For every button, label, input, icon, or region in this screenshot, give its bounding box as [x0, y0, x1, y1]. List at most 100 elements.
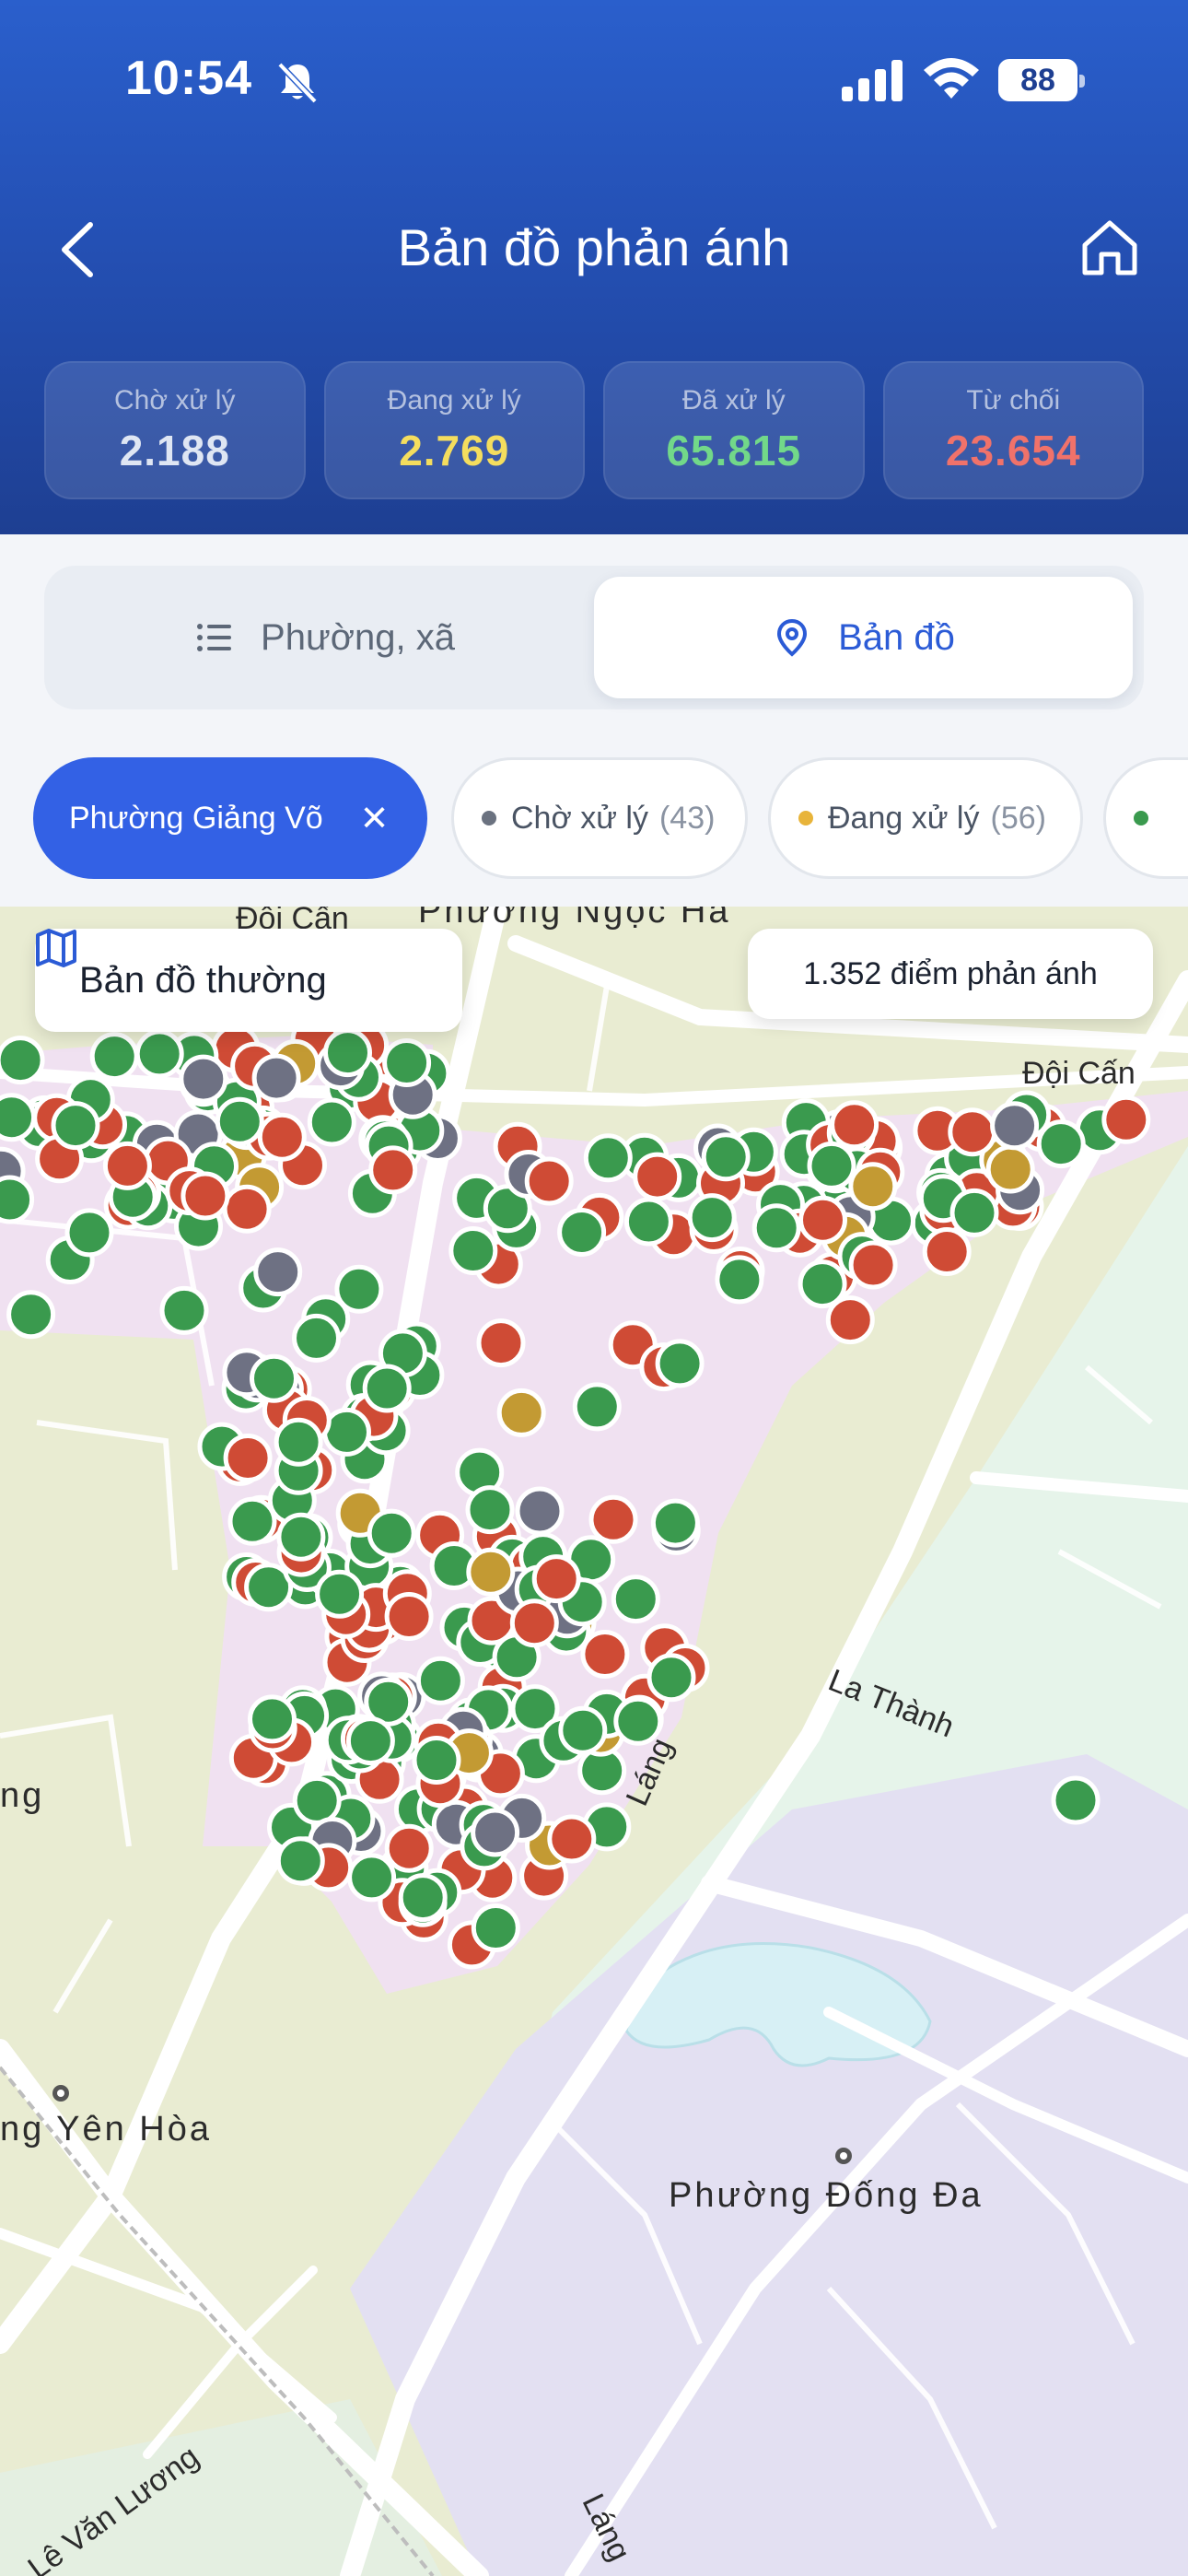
report-marker[interactable]: [412, 1736, 461, 1785]
report-marker[interactable]: [307, 1097, 356, 1147]
report-marker[interactable]: [515, 1486, 565, 1536]
report-marker[interactable]: [257, 1112, 307, 1162]
report-marker[interactable]: [181, 1171, 230, 1221]
report-marker[interactable]: [322, 1407, 371, 1457]
report-marker[interactable]: [701, 1132, 751, 1182]
report-marker[interactable]: [0, 1036, 45, 1085]
home-icon[interactable]: [1079, 217, 1140, 278]
report-marker[interactable]: [524, 1156, 574, 1206]
report-marker[interactable]: [0, 1093, 37, 1142]
stat-card-processing[interactable]: Đang xử lý 2.769: [323, 361, 585, 499]
report-marker[interactable]: [687, 1193, 737, 1243]
report-marker[interactable]: [848, 1240, 898, 1290]
report-marker[interactable]: [248, 1694, 297, 1744]
report-marker[interactable]: [347, 1853, 397, 1903]
stat-card-done[interactable]: Đã xử lý 65.815: [603, 361, 865, 499]
report-marker[interactable]: [1036, 1119, 1086, 1169]
report-marker[interactable]: [64, 1208, 114, 1258]
report-marker[interactable]: [159, 1285, 209, 1335]
report-marker[interactable]: [922, 1227, 972, 1276]
report-marker[interactable]: [179, 1054, 228, 1104]
report-marker[interactable]: [496, 1388, 546, 1437]
report-marker[interactable]: [572, 1382, 622, 1432]
report-marker[interactable]: [715, 1255, 764, 1305]
report-marker[interactable]: [985, 1144, 1035, 1194]
chip-status-pending[interactable]: Chờ xử lý (43): [451, 757, 748, 879]
report-marker[interactable]: [223, 1434, 273, 1482]
report-marker[interactable]: [251, 1053, 301, 1103]
report-marker[interactable]: [292, 1313, 341, 1363]
report-marker[interactable]: [848, 1162, 898, 1212]
report-marker[interactable]: [465, 1485, 515, 1535]
report-marker[interactable]: [323, 1028, 372, 1078]
filter-chips: Phường Giảng Võ ✕ Chờ xử lý (43) Đang xử…: [0, 757, 1188, 879]
report-marker[interactable]: [650, 1498, 700, 1548]
report-marker[interactable]: [476, 1318, 526, 1368]
report-marker[interactable]: [89, 1032, 139, 1082]
report-marker[interactable]: [384, 1592, 434, 1641]
report-marker[interactable]: [274, 1417, 323, 1467]
report-marker[interactable]: [949, 1188, 999, 1237]
report-marker[interactable]: [227, 1496, 277, 1546]
report-marker[interactable]: [646, 1653, 696, 1703]
report-marker[interactable]: [382, 1038, 432, 1087]
tab-map[interactable]: Bản đồ: [594, 577, 1133, 698]
report-marker[interactable]: [1101, 1095, 1151, 1144]
report-marker[interactable]: [557, 1208, 607, 1257]
close-icon[interactable]: ✕: [360, 798, 390, 839]
report-marker[interactable]: [215, 1096, 264, 1146]
report-marker[interactable]: [611, 1575, 660, 1624]
map-type-button[interactable]: Bản đồ thường: [35, 929, 462, 1032]
stat-card-rejected[interactable]: Từ chối 23.654: [882, 361, 1144, 499]
report-marker[interactable]: [655, 1339, 705, 1388]
report-marker[interactable]: [807, 1141, 856, 1190]
report-marker[interactable]: [948, 1107, 997, 1157]
report-marker[interactable]: [276, 1512, 326, 1562]
report-marker[interactable]: [531, 1554, 581, 1604]
report-marker[interactable]: [384, 1823, 434, 1873]
stat-card-pending[interactable]: Chờ xử lý 2.188: [44, 361, 306, 499]
report-marker[interactable]: [368, 1145, 418, 1195]
report-marker[interactable]: [275, 1836, 325, 1886]
report-marker[interactable]: [751, 1203, 801, 1253]
chip-status-processing[interactable]: Đang xử lý (56): [768, 757, 1083, 879]
tab-list[interactable]: Phường, xã: [55, 577, 594, 698]
report-marker[interactable]: [6, 1290, 56, 1340]
report-marker[interactable]: [830, 1100, 879, 1150]
report-marker[interactable]: [367, 1508, 416, 1558]
report-marker[interactable]: [558, 1705, 608, 1755]
chip-ward-filter[interactable]: Phường Giảng Võ ✕: [33, 757, 427, 879]
report-marker[interactable]: [250, 1353, 298, 1403]
report-marker[interactable]: [471, 1808, 520, 1857]
report-marker[interactable]: [990, 1101, 1040, 1151]
report-marker[interactable]: [334, 1264, 384, 1314]
map-label: ng Yên Hòa: [0, 2110, 213, 2149]
report-marker[interactable]: [222, 1184, 272, 1234]
chip-status-done[interactable]: [1103, 757, 1188, 879]
report-marker[interactable]: [623, 1197, 673, 1247]
report-marker[interactable]: [466, 1547, 516, 1597]
report-marker[interactable]: [588, 1494, 638, 1544]
report-marker[interactable]: [398, 1873, 448, 1923]
report-marker[interactable]: [547, 1814, 597, 1864]
chip-count: (43): [658, 800, 716, 836]
report-marker[interactable]: [134, 1029, 184, 1079]
report-marker[interactable]: [825, 1295, 875, 1345]
map-view[interactable]: Đội Cấn Phường Ngọc Hà Đội Cấn La Thành …: [0, 907, 1188, 2576]
report-marker[interactable]: [253, 1247, 303, 1297]
report-marker[interactable]: [509, 1598, 559, 1648]
report-marker[interactable]: [1051, 1775, 1101, 1825]
report-marker[interactable]: [0, 1175, 35, 1224]
report-marker[interactable]: [415, 1656, 465, 1705]
report-marker[interactable]: [448, 1226, 498, 1275]
report-marker[interactable]: [345, 1716, 395, 1766]
report-marker[interactable]: [471, 1903, 520, 1952]
report-marker[interactable]: [798, 1195, 847, 1245]
report-marker[interactable]: [315, 1569, 365, 1619]
report-marker[interactable]: [583, 1133, 633, 1183]
report-marker[interactable]: [633, 1152, 682, 1201]
report-marker[interactable]: [102, 1141, 152, 1190]
report-marker[interactable]: [292, 1775, 342, 1825]
report-marker[interactable]: [362, 1364, 412, 1413]
report-marker[interactable]: [51, 1101, 100, 1151]
